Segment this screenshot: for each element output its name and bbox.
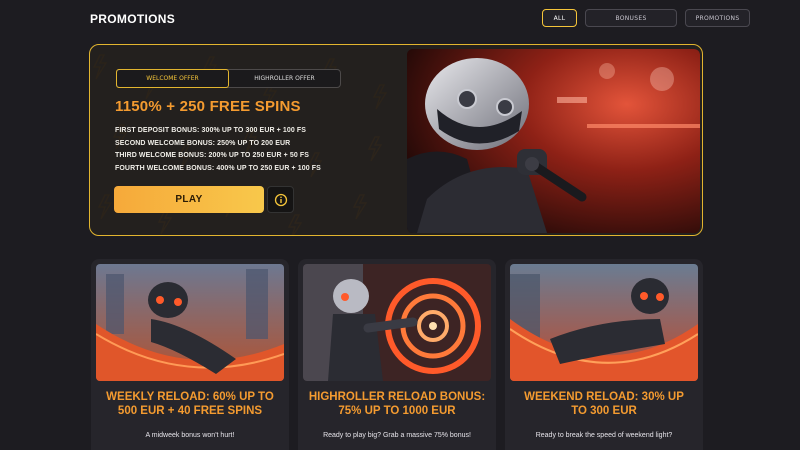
bonus-line: FIRST DEPOSIT BONUS: 300% UP TO 300 EUR …	[115, 127, 307, 134]
robot-in-hammock-image	[96, 264, 284, 381]
robot-with-microphone-image	[407, 49, 700, 233]
promo-card-title: WEEKLY RELOAD: 60% UP TO 500 EUR + 40 FR…	[106, 391, 274, 417]
filter-bar: ALL BONUSES PROMOTIONS	[542, 9, 750, 27]
filter-promotions-button[interactable]: PROMOTIONS	[685, 9, 750, 27]
robot-at-neon-ring-image	[303, 264, 491, 381]
play-button[interactable]: PLAY	[114, 186, 264, 213]
promo-card-description: A midweek bonus won't hurt!	[145, 432, 235, 439]
filter-bonuses-button[interactable]: BONUSES	[585, 9, 677, 27]
promo-card[interactable]: HIGHROLLER RELOAD BONUS: 75% UP TO 1000 …	[298, 259, 496, 450]
info-button[interactable]	[267, 186, 294, 213]
promo-card[interactable]: WEEKLY RELOAD: 60% UP TO 500 EUR + 40 FR…	[91, 259, 289, 450]
promo-card-title: HIGHROLLER RELOAD BONUS: 75% UP TO 1000 …	[308, 391, 486, 417]
page-title: PROMOTIONS	[90, 12, 176, 26]
promo-card[interactable]: WEEKEND RELOAD: 30% UP TO 300 EUR Ready …	[505, 259, 703, 450]
welcome-offer-banner: WELCOME OFFER HIGHROLLER OFFER 1150% + 2…	[89, 44, 703, 236]
robot-relaxing-image	[510, 264, 698, 381]
bonus-line: THIRD WELCOME BONUS: 200% UP TO 250 EUR …	[115, 152, 310, 159]
offer-tabs: WELCOME OFFER HIGHROLLER OFFER	[116, 69, 341, 88]
promo-card-description: Ready to break the speed of weekend ligh…	[535, 432, 673, 439]
info-icon	[274, 193, 287, 206]
offer-title: 1150% + 250 FREE SPINS	[115, 98, 301, 115]
bonus-line: SECOND WELCOME BONUS: 250% UP TO 200 EUR	[115, 139, 291, 147]
filter-all-button[interactable]: ALL	[542, 9, 577, 27]
tab-highroller-offer[interactable]: HIGHROLLER OFFER	[229, 70, 340, 87]
bonus-line: FOURTH WELCOME BONUS: 400% UP TO 250 EUR…	[115, 164, 321, 172]
tab-welcome-offer[interactable]: WELCOME OFFER	[116, 69, 229, 88]
promo-card-title: WEEKEND RELOAD: 30% UP TO 300 EUR	[524, 391, 684, 417]
promo-card-description: Ready to play big? Grab a massive 75% bo…	[323, 432, 471, 439]
bonus-list: FIRST DEPOSIT BONUS: 300% UP TO 300 EUR …	[115, 125, 321, 175]
